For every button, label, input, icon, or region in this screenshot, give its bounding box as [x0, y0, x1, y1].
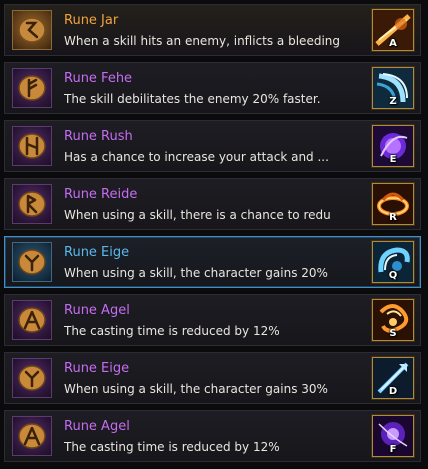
hotkey-label: Q — [388, 270, 398, 281]
arcane-orb-skill-icon[interactable]: E — [372, 125, 414, 167]
purple-rune-stone-icon — [12, 300, 52, 340]
rune-row-agel[interactable]: Rune Agel The casting time is reduced by… — [4, 294, 421, 346]
rune-row-eige[interactable]: Rune Eige When using a skill, the charac… — [4, 352, 421, 404]
rune-list: Rune Jar When a skill hits an enemy, inf… — [0, 0, 428, 469]
ice-wave-skill-icon[interactable]: Z — [372, 67, 414, 109]
rune-row-jar[interactable]: Rune Jar When a skill hits an enemy, inf… — [4, 4, 421, 56]
purple-rune-stone-icon — [12, 358, 52, 398]
ice-spear-skill-icon[interactable]: D — [372, 357, 414, 399]
rune-description: The casting time is reduced by 12% — [64, 440, 280, 454]
purple-rune-stone-icon — [12, 416, 52, 456]
rune-description: When using a skill, the character gains … — [64, 382, 328, 396]
rune-description: The casting time is reduced by 12% — [64, 324, 280, 338]
rune-row-rush[interactable]: Rune Rush Has a chance to increase your … — [4, 120, 421, 172]
rune-name: Rune Eige — [64, 245, 130, 260]
purple-rune-stone-icon — [12, 184, 52, 224]
rune-description: The skill debilitates the enemy 20% fast… — [64, 92, 321, 106]
rune-row-eige-selected[interactable]: Rune Eige When using a skill, the charac… — [4, 236, 421, 288]
hotkey-label: S — [389, 328, 397, 339]
fire-vortex-skill-icon[interactable]: S — [372, 299, 414, 341]
rune-name: Rune Reide — [64, 187, 138, 202]
water-swirl-skill-icon[interactable]: Q — [372, 241, 414, 283]
rune-description: When a skill hits an enemy, inflicts a b… — [64, 34, 340, 48]
rune-description: When using a skill, there is a chance to… — [64, 208, 331, 222]
void-orb-skill-icon[interactable]: F — [372, 415, 414, 457]
purple-rune-stone-icon — [12, 126, 52, 166]
rune-name: Rune Jar — [64, 13, 119, 28]
hotkey-label: A — [389, 38, 397, 49]
hotkey-label: R — [389, 212, 397, 223]
hotkey-label: Z — [389, 96, 397, 107]
rune-description: Has a chance to increase your attack and… — [64, 150, 329, 164]
rune-name: Rune Agel — [64, 419, 130, 434]
hotkey-label: E — [389, 154, 397, 165]
rune-name: Rune Eige — [64, 361, 130, 376]
rune-name: Rune Agel — [64, 303, 130, 318]
hotkey-label: F — [389, 444, 397, 455]
hotkey-label: D — [388, 386, 398, 397]
fire-slash-skill-icon[interactable]: A — [372, 9, 414, 51]
gold-rune-stone-icon — [12, 10, 52, 50]
rune-row-agel-2[interactable]: Rune Agel The casting time is reduced by… — [4, 410, 421, 462]
purple-rune-stone-icon — [12, 68, 52, 108]
fire-ring-skill-icon[interactable]: R — [372, 183, 414, 225]
rune-name: Rune Fehe — [64, 71, 133, 86]
rune-name: Rune Rush — [64, 129, 133, 144]
rune-row-fehe[interactable]: Rune Fehe The skill debilitates the enem… — [4, 62, 421, 114]
rune-row-reide[interactable]: Rune Reide When using a skill, there is … — [4, 178, 421, 230]
blue-rune-stone-icon — [12, 242, 52, 282]
rune-description: When using a skill, the character gains … — [64, 266, 328, 280]
